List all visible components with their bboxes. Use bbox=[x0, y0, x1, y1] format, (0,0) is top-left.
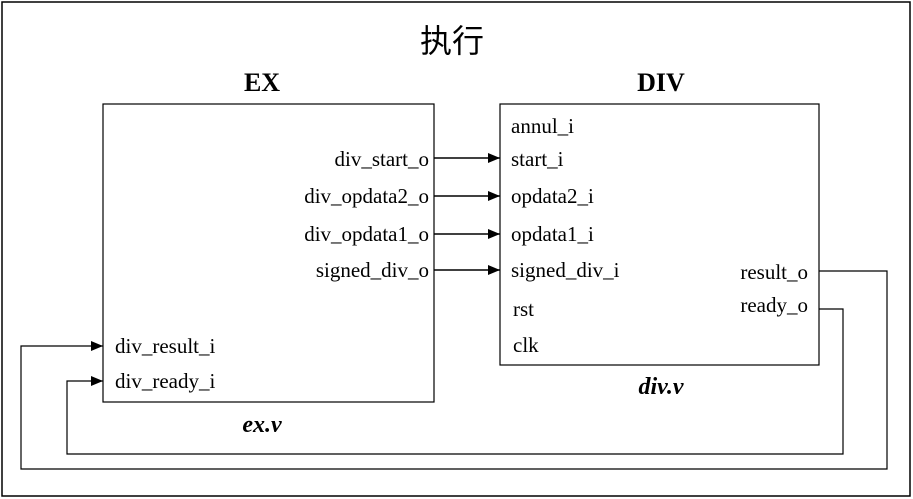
ex-module-name: EX bbox=[244, 68, 280, 97]
div-port-opdata1-i: opdata1_i bbox=[511, 222, 594, 246]
div-port-rst: rst bbox=[513, 297, 534, 321]
div-port-annul-i: annul_i bbox=[511, 114, 574, 138]
div-port-start-i: start_i bbox=[511, 147, 564, 171]
div-file-label: div.v bbox=[638, 374, 683, 400]
div-port-signed-div-i: signed_div_i bbox=[511, 258, 620, 282]
div-port-result-o: result_o bbox=[740, 260, 808, 284]
ex-port-div-ready-i: div_ready_i bbox=[115, 369, 215, 393]
ex-port-div-opdata2-o: div_opdata2_o bbox=[304, 184, 429, 208]
ex-div-block-diagram: 执行 EX ex.v div_start_o div_opdata2_o div… bbox=[1, 1, 911, 497]
ex-port-div-opdata1-o: div_opdata1_o bbox=[304, 222, 429, 246]
div-port-clk: clk bbox=[513, 333, 539, 357]
div-module-name: DIV bbox=[637, 68, 685, 97]
diagram-canvas: 执行 EX ex.v div_start_o div_opdata2_o div… bbox=[0, 0, 913, 499]
ex-port-signed-div-o: signed_div_o bbox=[316, 258, 429, 282]
div-port-opdata2-i: opdata2_i bbox=[511, 184, 594, 208]
ex-port-div-start-o: div_start_o bbox=[335, 147, 430, 171]
diagram-title: 执行 bbox=[420, 22, 484, 60]
ex-port-div-result-i: div_result_i bbox=[115, 334, 215, 358]
ex-file-label: ex.v bbox=[242, 412, 282, 438]
div-port-ready-o: ready_o bbox=[740, 293, 808, 317]
